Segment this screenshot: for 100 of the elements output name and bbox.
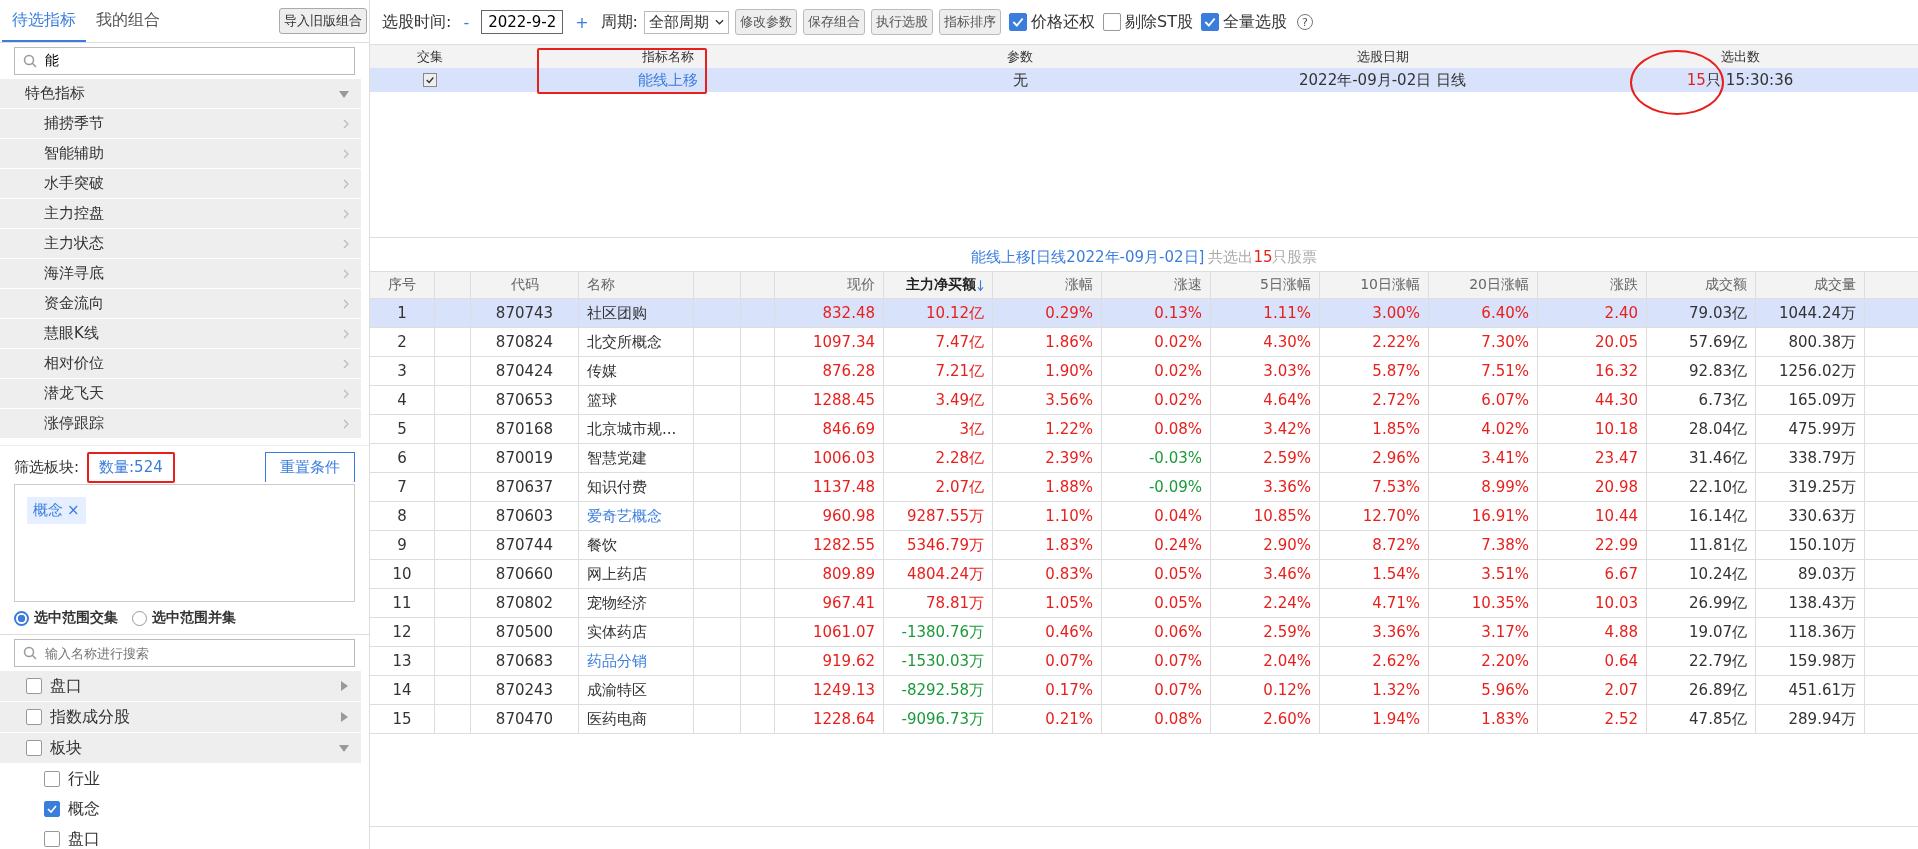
column-header[interactable]: 涨速 [1102, 272, 1211, 298]
checkbox[interactable] [423, 73, 437, 87]
toolbar-button[interactable]: 保存组合 [802, 9, 865, 35]
table-cell: 0.02% [1154, 362, 1202, 380]
panel-tab[interactable]: 我的组合 [86, 0, 170, 42]
table-row[interactable]: 8 870603 爱奇艺概念 960.98 9287.55万 1.10% 0.04% 10.85% 12.70% 16.91% 10.44 16.14亿 330.63万 [370, 502, 1918, 531]
table-cell: 药品分销 [587, 651, 647, 671]
sector-item[interactable]: 盘口 [0, 671, 361, 702]
search-field[interactable]: 能 [14, 47, 355, 75]
checkbox[interactable] [1102, 13, 1121, 31]
table-row[interactable]: 6 870019 智慧党建 1006.03 2.28亿 2.39% -0.03% 2.59% 2.96% 3.41% 23.47 31.46亿 338.79万 [370, 444, 1918, 473]
category-item[interactable]: 特色指标 [0, 79, 361, 109]
sector-item[interactable]: 盘口 [0, 824, 369, 849]
previous-date-button[interactable]: - [457, 12, 476, 32]
table-cell: 0.64 [1604, 652, 1638, 670]
toolbar-button[interactable]: 修改参数 [734, 9, 797, 35]
table-cell: 13 [392, 652, 412, 670]
column-header[interactable]: 10日涨幅 [1320, 272, 1429, 298]
chevron-icon [343, 118, 349, 129]
checkbox[interactable] [1008, 13, 1027, 31]
checkbox[interactable] [44, 831, 60, 847]
indicator-item[interactable]: 资金流向 [0, 289, 361, 319]
period-dropdown[interactable]: 全部周期 [643, 10, 729, 34]
indicator-item[interactable]: 涨停跟踪 [0, 409, 361, 439]
indicator-item[interactable]: 慧眼K线 [0, 319, 361, 349]
date-field[interactable]: 2022-9-2 [481, 10, 564, 34]
table-cell: 8.72% [1372, 536, 1420, 554]
table-cell: 0.12% [1263, 681, 1311, 699]
chevron-icon [343, 208, 349, 219]
column-header: 参数 [1006, 47, 1034, 66]
indicator-item[interactable]: 海洋寻底 [0, 259, 361, 289]
reset-button[interactable]: 重置条件 [265, 452, 355, 482]
table-cell: 4 [397, 391, 407, 409]
checkbox-label[interactable]: 价格还权 [1030, 11, 1095, 33]
table-row[interactable]: 10 870660 网上药店 809.89 4804.24万 0.83% 0.05% 3.46% 1.54% 3.51% 6.67 10.24亿 89.03万 [370, 560, 1918, 589]
table-row[interactable]: 3 870424 传媒 876.28 7.21亿 1.90% 0.02% 3.03% 5.87% 7.51% 16.32 92.83亿 1256.02万 [370, 357, 1918, 386]
sector-item[interactable]: 概念 [0, 794, 369, 824]
table-cell: 19.07亿 [1689, 622, 1747, 642]
indicator-item[interactable]: 潜龙飞天 [0, 379, 361, 409]
indicator-item[interactable]: 水手突破 [0, 169, 361, 199]
indicator-item[interactable]: 主力状态 [0, 229, 361, 259]
table-cell: 社区团购 [587, 303, 647, 323]
table-row[interactable]: 12 870500 实体药店 1061.07 -1380.76万 0.46% 0.06% 2.59% 3.36% 3.17% 4.88 19.07亿 118.36万 [370, 618, 1918, 647]
table-row[interactable]: 5 870168 北京城市规... 846.69 3亿 1.22% 0.08% 3.42% 1.85% 4.02% 10.18 28.04亿 475.99万 [370, 415, 1918, 444]
radio-option[interactable]: 选中范围交集 [14, 609, 118, 627]
table-cell: 26.89亿 [1689, 680, 1747, 700]
table-cell: 22.79亿 [1689, 651, 1747, 671]
next-date-button[interactable]: + [569, 12, 595, 32]
checkbox[interactable] [26, 678, 42, 694]
chevron-icon [343, 328, 349, 339]
table-cell: 2.24% [1263, 594, 1311, 612]
table-cell: 0.05% [1154, 565, 1202, 583]
column-header[interactable]: 20日涨幅 [1429, 272, 1538, 298]
remove-tag-button[interactable]: × [67, 501, 80, 520]
checkbox[interactable] [1200, 13, 1219, 31]
table-row[interactable]: 15 870470 医药电商 1228.64 -9096.73万 0.21% 0.08% 2.60% 1.94% 1.83% 2.52 47.85亿 289.94万 [370, 705, 1918, 734]
checkbox[interactable] [44, 771, 60, 787]
column-header[interactable]: 代码 [471, 272, 579, 298]
table-row[interactable]: 11 870802 宠物经济 967.41 78.81万 1.05% 0.05% 2.24% 4.71% 10.35% 10.03 26.99亿 138.43万 [370, 589, 1918, 618]
radio-option[interactable]: 选中范围并集 [132, 609, 236, 627]
indicator-item[interactable]: 主力控盘 [0, 199, 361, 229]
column-header[interactable]: 成交额 [1647, 272, 1756, 298]
table-cell: 2.20% [1481, 652, 1529, 670]
table-cell: 知识付费 [587, 477, 647, 497]
table-cell: 0.07% [1154, 681, 1202, 699]
indicator-row[interactable]: 能线上移 无 2022年-09月-02日 日线 15只 15:30:36 [370, 68, 1918, 92]
column-header[interactable]: 名称 [579, 272, 694, 298]
indicator-item[interactable]: 智能辅助 [0, 139, 361, 169]
table-row[interactable]: 7 870637 知识付费 1137.48 2.07亿 1.88% -0.09% 3.36% 7.53% 8.99% 20.98 22.10亿 319.25万 [370, 473, 1918, 502]
checkbox[interactable] [26, 709, 42, 725]
checkbox-label[interactable]: 剔除ST股 [1124, 11, 1193, 33]
table-row[interactable]: 13 870683 药品分销 919.62 -1530.03万 0.07% 0.07% 2.04% 2.62% 2.20% 0.64 22.79亿 159.98万 [370, 647, 1918, 676]
checkbox[interactable] [26, 740, 42, 756]
panel-tab[interactable]: 待选指标 [2, 0, 86, 42]
table-row[interactable]: 1 870743 社区团购 832.48 10.12亿 0.29% 0.13% 1.11% 3.00% 6.40% 2.40 79.03亿 1044.24万 [370, 299, 1918, 328]
column-header[interactable]: 5日涨幅 [1211, 272, 1320, 298]
checkbox-label[interactable]: 全量选股 [1222, 11, 1287, 33]
search-field[interactable]: 输入名称进行搜索 [14, 639, 355, 667]
sector-item[interactable]: 指数成分股 [0, 702, 361, 733]
column-header[interactable]: 现价 [775, 272, 884, 298]
checkbox[interactable] [44, 801, 60, 817]
table-cell: 870019 [495, 449, 554, 467]
column-header[interactable]: 涨幅 [993, 272, 1102, 298]
column-header[interactable]: 成交量 [1756, 272, 1865, 298]
table-cell: 118.36万 [1788, 622, 1856, 642]
indicator-item[interactable]: 捕捞季节 [0, 109, 361, 139]
import-button[interactable]: 导入旧版组合 [279, 8, 367, 34]
chevron-icon [343, 238, 349, 249]
column-header[interactable]: 涨跌 [1538, 272, 1647, 298]
column-header[interactable]: 序号 [370, 272, 435, 298]
table-row[interactable]: 9 870744 餐饮 1282.55 5346.79万 1.83% 0.24% 2.90% 8.72% 7.38% 22.99 11.81亿 150.10万 [370, 531, 1918, 560]
table-row[interactable]: 14 870243 成渝特区 1249.13 -8292.58万 0.17% 0.07% 0.12% 1.32% 5.96% 2.07 26.89亿 451.61万 [370, 676, 1918, 705]
column-header[interactable]: 主力净买额 [884, 272, 993, 298]
toolbar-button[interactable]: 指标排序 [938, 9, 1001, 35]
table-row[interactable]: 4 870653 篮球 1288.45 3.49亿 3.56% 0.02% 4.64% 2.72% 6.07% 44.30 6.73亿 165.09万 [370, 386, 1918, 415]
sector-item[interactable]: 行业 [0, 764, 369, 794]
toolbar-button[interactable]: 执行选股 [870, 9, 933, 35]
table-row[interactable]: 2 870824 北交所概念 1097.34 7.47亿 1.86% 0.02% 4.30% 2.22% 7.30% 20.05 57.69亿 800.38万 [370, 328, 1918, 357]
indicator-item[interactable]: 相对价位 [0, 349, 361, 379]
sector-item[interactable]: 板块 [0, 733, 361, 764]
